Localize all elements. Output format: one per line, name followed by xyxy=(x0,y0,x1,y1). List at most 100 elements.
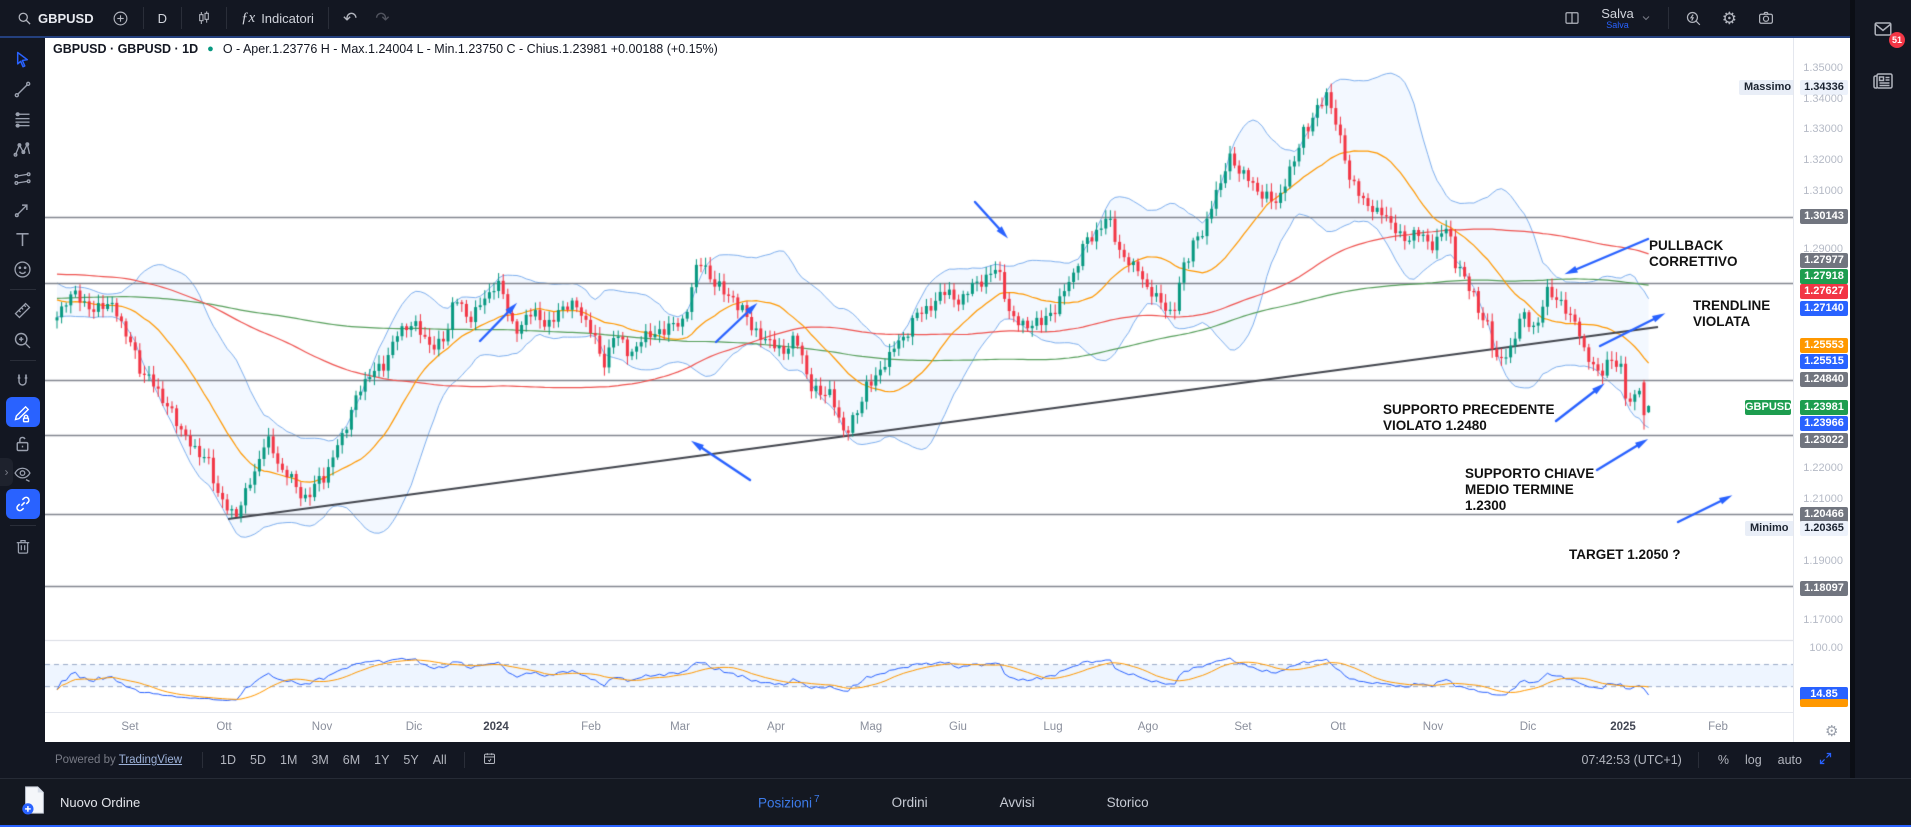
symbol-search-button[interactable]: GBPUSD xyxy=(10,7,101,30)
tradingview-link[interactable]: TradingView xyxy=(119,754,182,766)
chart-legend[interactable]: GBPUSD · GBPUSD · 1D ● O - Aper.1.23776 … xyxy=(53,42,718,56)
range-button-5d[interactable]: 5D xyxy=(243,749,273,771)
price-axis-label: 1.35000 xyxy=(1800,61,1846,76)
go-to-date-button[interactable] xyxy=(475,747,504,773)
scale-controls: 07:42:53 (UTC+1) % log auto xyxy=(1581,749,1842,771)
save-layout-button[interactable]: Salva Salva xyxy=(1594,3,1659,34)
last-price-symbol-chip: GBPUSD xyxy=(1745,400,1791,415)
drawing-toolbar xyxy=(0,38,45,742)
tab-ordini[interactable]: Ordini xyxy=(886,794,934,811)
layout-button[interactable] xyxy=(1556,5,1588,31)
measure-tool-button[interactable] xyxy=(6,296,40,324)
emoji-tool-button[interactable] xyxy=(6,255,40,283)
divider xyxy=(10,289,36,290)
price-axis-label: 1.20466 xyxy=(1800,507,1848,522)
divider xyxy=(226,7,227,29)
trading-panel-tabs: Posizioni7 Ordini Avvisi Storico xyxy=(752,779,1155,825)
chart-bottom-toolbar: Powered by TradingView 1D5D1M3M6M1Y5YAll… xyxy=(0,742,1850,778)
undo-button[interactable]: ↶ xyxy=(336,6,364,31)
divider xyxy=(10,360,36,361)
tab-storico[interactable]: Storico xyxy=(1101,794,1155,811)
price-axis-label: 1.17000 xyxy=(1800,613,1846,628)
redo-button[interactable]: ↷ xyxy=(368,6,396,31)
divider xyxy=(464,752,465,768)
compare-add-button[interactable] xyxy=(105,6,136,31)
topbar-right-group: Salva Salva ⚙ xyxy=(1556,3,1840,34)
new-order-label: Nuovo Ordine xyxy=(60,795,140,810)
range-button-3m[interactable]: 3M xyxy=(304,749,335,771)
auto-scale-button[interactable]: auto xyxy=(1775,751,1805,769)
arrow-marker-tool-button[interactable] xyxy=(6,195,40,223)
divider xyxy=(1668,7,1669,29)
time-axis-label: Ott xyxy=(1330,721,1345,733)
zoom-in-tool-button[interactable] xyxy=(6,326,40,354)
fib-retracement-tool-button[interactable] xyxy=(6,105,40,133)
market-status-dot-icon: ● xyxy=(207,43,214,55)
chart-annotation-text[interactable]: SUPPORTO CHIAVE MEDIO TERMINE 1.2300 xyxy=(1465,466,1594,514)
price-axis-label: 1.33000 xyxy=(1800,122,1846,137)
projection-tool-button[interactable] xyxy=(6,165,40,193)
sync-drawings-button[interactable] xyxy=(6,489,40,519)
pane-settings-gear-icon[interactable]: ⚙ xyxy=(1825,722,1838,740)
positions-count-badge: 7 xyxy=(814,794,820,805)
time-axis[interactable]: SetOttNovDic2024FebMarAprMagGiuLugAgoSet… xyxy=(45,712,1793,742)
settings-button[interactable]: ⚙ xyxy=(1715,6,1744,31)
gear-icon: ⚙ xyxy=(1722,10,1737,27)
price-chart-canvas[interactable] xyxy=(45,38,1793,712)
range-button-5y[interactable]: 5Y xyxy=(396,749,425,771)
log-scale-button[interactable]: log xyxy=(1742,751,1765,769)
time-axis-label: Mag xyxy=(860,721,882,733)
interval-button[interactable]: D xyxy=(151,7,174,30)
range-button-1m[interactable]: 1M xyxy=(273,749,304,771)
price-axis-label: 1.25515 xyxy=(1800,354,1848,369)
chart-style-button[interactable] xyxy=(189,6,219,30)
new-order-button[interactable]: Nuovo Ordine xyxy=(20,785,140,820)
price-axis[interactable]: 1.350001.343361.340001.330001.320001.310… xyxy=(1793,38,1850,742)
chart-annotation-text[interactable]: SUPPORTO PRECEDENTE VIOLATO 1.2480 xyxy=(1383,402,1555,434)
chart-annotation-text[interactable]: TRENDLINE VIOLATA xyxy=(1693,298,1770,330)
tab-avvisi[interactable]: Avvisi xyxy=(994,794,1041,811)
range-button-all[interactable]: All xyxy=(426,749,454,771)
text-tool-button[interactable] xyxy=(6,225,40,253)
inbox-button[interactable]: 51 xyxy=(1865,14,1901,46)
indicators-button[interactable]: ƒx Indicatori xyxy=(234,6,321,31)
time-axis-label: Nov xyxy=(1423,721,1443,733)
tradingview-app: GBPUSD D ƒ xyxy=(0,0,1911,827)
trend-line-tool-button[interactable] xyxy=(6,75,40,103)
quick-search-button[interactable] xyxy=(1678,6,1709,31)
layout-icon xyxy=(1563,9,1581,27)
drawing-mode-lock-button[interactable] xyxy=(6,397,40,427)
time-axis-label: Dic xyxy=(406,721,423,733)
news-button[interactable] xyxy=(1865,66,1901,98)
percent-scale-button[interactable]: % xyxy=(1715,751,1732,769)
magnet-mode-button[interactable] xyxy=(6,367,40,395)
pattern-tool-button[interactable] xyxy=(6,135,40,163)
divider xyxy=(181,7,182,29)
range-button-1d[interactable]: 1D xyxy=(213,749,243,771)
price-axis-label: 1.27140 xyxy=(1800,301,1848,316)
lock-drawings-button[interactable] xyxy=(6,429,40,457)
price-axis-label: 1.27627 xyxy=(1800,284,1848,299)
time-axis-label: Apr xyxy=(767,721,785,733)
range-button-1y[interactable]: 1Y xyxy=(367,749,396,771)
time-axis-label: Mar xyxy=(670,721,690,733)
screenshot-button[interactable] xyxy=(1750,5,1782,31)
price-axis-label: 1.30143 xyxy=(1800,209,1848,224)
indicators-label: Indicatori xyxy=(261,11,314,26)
divider xyxy=(1698,752,1699,768)
price-axis-label: 1.20365 xyxy=(1800,521,1848,536)
chart-annotation-text[interactable]: TARGET 1.2050 ? xyxy=(1569,547,1681,563)
remove-drawings-button[interactable] xyxy=(6,532,40,560)
plus-circle-icon xyxy=(112,10,129,27)
symbol-label: GBPUSD xyxy=(38,11,94,26)
chart-annotation-text[interactable]: PULLBACK CORRETTIVO xyxy=(1649,238,1738,270)
time-axis-label: 2024 xyxy=(483,721,509,733)
tab-posizioni[interactable]: Posizioni7 xyxy=(752,793,826,812)
maximize-pane-button[interactable] xyxy=(1815,749,1836,771)
toolbar-flyout-handle[interactable]: › xyxy=(0,458,13,486)
range-button-6m[interactable]: 6M xyxy=(336,749,367,771)
cursor-tool-button[interactable] xyxy=(6,45,40,73)
topbar-left-group: GBPUSD D ƒ xyxy=(10,6,396,31)
clock-label[interactable]: 07:42:53 (UTC+1) xyxy=(1581,753,1681,767)
divider xyxy=(328,7,329,29)
